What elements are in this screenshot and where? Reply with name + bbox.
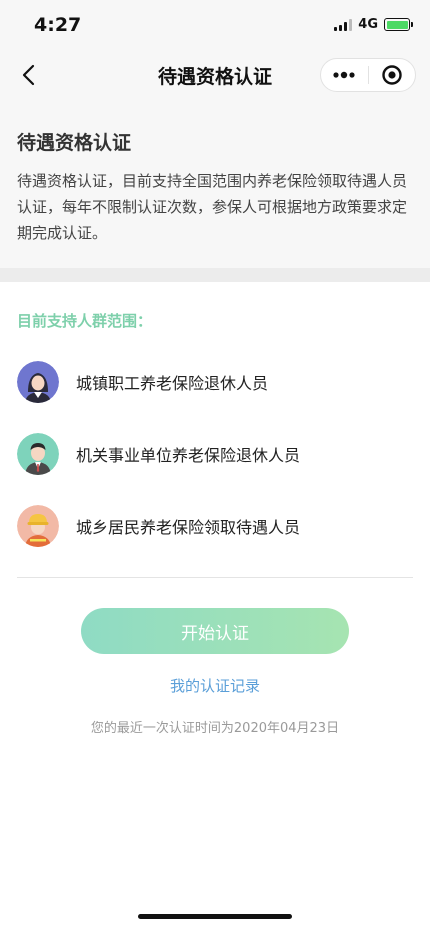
status-time: 4:27 [34,14,82,36]
intro-title: 待遇资格认证 [17,132,132,154]
group-label: 城镇职工养老保险退休人员 [76,374,269,393]
scope-label: 目前支持人群范围： [17,312,153,330]
intro-section: 待遇资格认证 待遇资格认证，目前支持全国范围内养老保险领取待遇人员认证，每年不限… [0,98,430,268]
nav-bar: 待遇资格认证 [0,52,430,98]
construction-worker-avatar-icon [17,505,59,547]
my-records-link[interactable]: 我的认证记录 [0,675,430,696]
group-item-government-employees: 机关事业单位养老保险退休人员 [17,432,413,476]
network-type: 4G [358,17,378,32]
group-label: 城乡居民养老保险领取待遇人员 [76,518,301,537]
group-item-urban-workers: 城镇职工养老保险退休人员 [17,360,413,404]
section-divider [0,268,430,282]
home-indicator[interactable] [138,914,292,919]
female-worker-avatar-icon [17,361,59,403]
intro-description: 待遇资格认证，目前支持全国范围内养老保险领取待遇人员认证，每年不限制认证次数，参… [17,172,408,242]
battery-icon [384,18,413,31]
mini-program-capsule [320,58,416,92]
list-divider [17,577,413,578]
start-authentication-button[interactable]: 开始认证 [81,608,349,654]
signal-icon [334,18,353,31]
male-official-avatar-icon [17,433,59,475]
group-item-rural-residents: 城乡居民养老保险领取待遇人员 [17,504,413,548]
target-icon[interactable] [369,59,416,91]
status-indicators: 4G [334,17,413,32]
more-dots-icon[interactable] [321,59,368,91]
group-label: 机关事业单位养老保险退休人员 [76,446,301,465]
last-authentication-time: 您的最近一次认证时间为2020年04月23日 [90,721,340,736]
status-bar: 4:27 4G [0,0,430,52]
